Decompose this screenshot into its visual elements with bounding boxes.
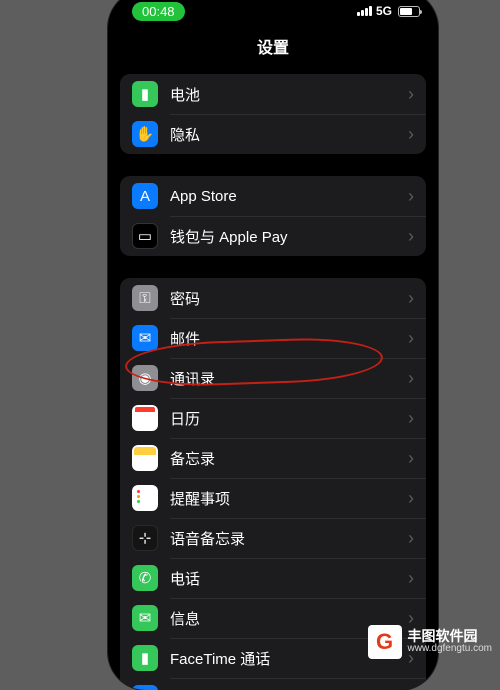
notch [203,0,343,14]
reminders-icon [132,485,158,511]
settings-row-safari[interactable]: ◎Safari 浏览器› [120,678,426,690]
status-time[interactable]: 00:48 [132,2,185,21]
chevron-right-icon: › [408,368,414,389]
chevron-right-icon: › [408,528,414,549]
calendar-icon [132,405,158,431]
mail-icon: ✉ [132,325,158,351]
settings-list[interactable]: ▮电池›✋隐私›AApp Store›▭钱包与 Apple Pay›⚿密码›✉邮… [108,72,438,690]
settings-group: AApp Store›▭钱包与 Apple Pay› [120,176,426,256]
key-icon: ⚿ [132,285,158,311]
row-label: 语音备忘录 [170,528,408,549]
facetime-icon: ▮ [132,645,158,671]
messages-icon: ✉ [132,605,158,631]
contacts-icon: ◉ [132,365,158,391]
row-label: 邮件 [170,328,408,349]
settings-group: ▮ 电池› ✋ 隐私› [120,74,426,154]
settings-row-wallet[interactable]: ▭ 钱包与 Apple Pay› [120,216,426,256]
notes-icon [132,445,158,471]
battery-icon [398,6,420,17]
chevron-right-icon: › [408,226,414,247]
row-label: 密码 [170,288,408,309]
status-right: 5G [357,4,420,18]
safari-icon: ◎ [132,685,158,690]
row-label: 提醒事项 [170,488,408,509]
row-label: 通讯录 [170,368,408,389]
chevron-right-icon: › [408,448,414,469]
chevron-right-icon: › [408,288,414,309]
watermark-logo: G [368,625,402,659]
chevron-right-icon: › [408,408,414,429]
settings-row-notes[interactable]: 备忘录› [120,438,426,478]
settings-row-battery[interactable]: ▮ 电池› [120,74,426,114]
row-label: 钱包与 Apple Pay [170,226,408,247]
chevron-right-icon: › [408,186,414,207]
phone-frame: 00:48 5G 设置 ▮电池›✋隐私›AApp Store›▭钱包与 Appl… [108,0,438,690]
settings-row-reminders[interactable]: 提醒事项› [120,478,426,518]
chevron-right-icon: › [408,124,414,145]
settings-row-calendar[interactable]: 日历› [120,398,426,438]
page-title: 设置 [108,28,438,72]
chevron-right-icon: › [408,488,414,509]
chevron-right-icon: › [408,84,414,105]
battery-icon: ▮ [132,81,158,107]
status-bar: 00:48 5G [108,0,438,28]
settings-row-mail[interactable]: ✉ 邮件› [120,318,426,358]
settings-row-passwords[interactable]: ⚿ 密码› [120,278,426,318]
waveform-icon: ⊹ [132,525,158,551]
network-label: 5G [376,4,392,18]
row-label: 隐私 [170,124,408,145]
appstore-icon: A [132,183,158,209]
row-label: App Store [170,188,408,205]
row-label: 电池 [170,84,408,105]
watermark-url: www.dgfengtu.com [408,644,493,655]
settings-row-phone[interactable]: ✆ 电话› [120,558,426,598]
settings-row-voicememo[interactable]: ⊹ 语音备忘录› [120,518,426,558]
watermark: G 丰图软件园 www.dgfengtu.com [366,623,495,661]
signal-bars-icon [357,6,372,16]
phone-icon: ✆ [132,565,158,591]
settings-row-appstore[interactable]: A App Store› [120,176,426,216]
chevron-right-icon: › [408,568,414,589]
row-label: 备忘录 [170,448,408,469]
row-label: 日历 [170,408,408,429]
wallet-icon: ▭ [132,223,158,249]
watermark-title: 丰图软件园 [408,629,493,644]
settings-row-contacts[interactable]: ◉ 通讯录› [120,358,426,398]
chevron-right-icon: › [408,328,414,349]
row-label: 电话 [170,568,408,589]
settings-row-privacy[interactable]: ✋ 隐私› [120,114,426,154]
hand-icon: ✋ [132,121,158,147]
